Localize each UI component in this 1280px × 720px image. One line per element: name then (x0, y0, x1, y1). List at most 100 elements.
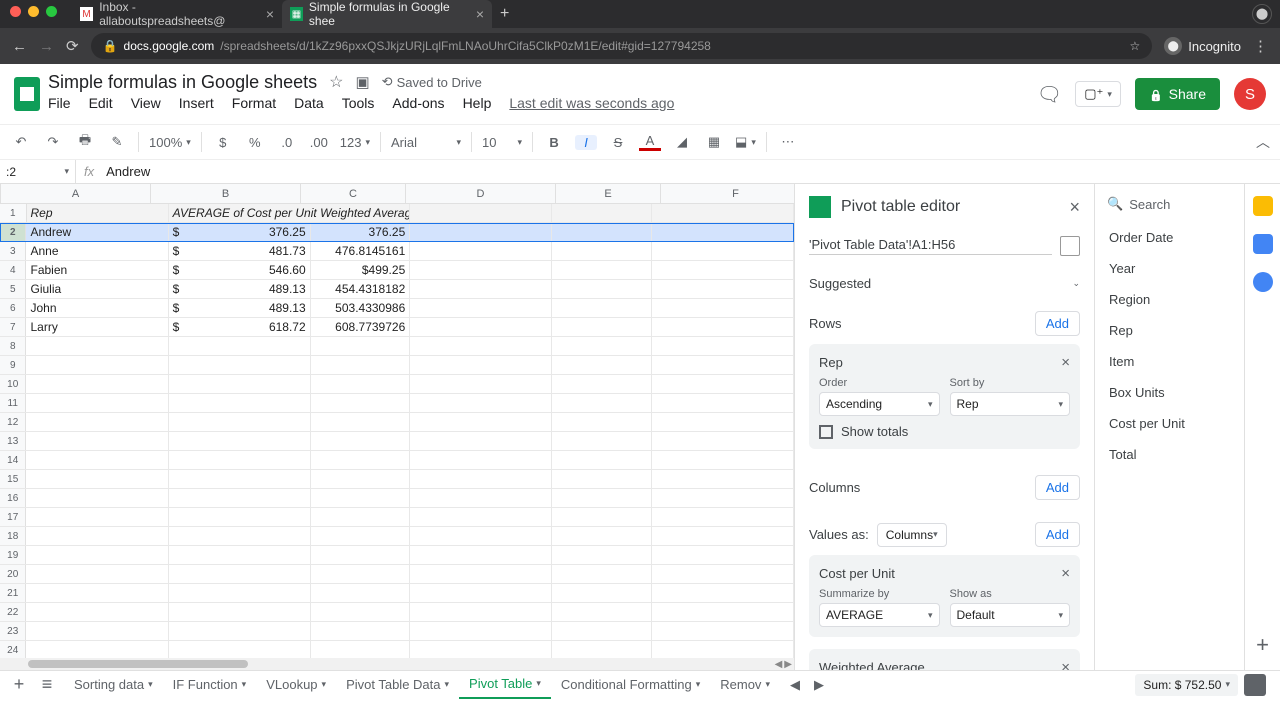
bold-button[interactable]: B (543, 135, 565, 150)
cell[interactable] (552, 527, 652, 545)
text-color-button[interactable]: A (639, 133, 661, 151)
cell[interactable] (26, 641, 168, 658)
column-header[interactable]: E (556, 184, 661, 203)
cell[interactable] (169, 489, 311, 507)
row-header[interactable]: 21 (0, 584, 26, 602)
cell[interactable] (552, 489, 652, 507)
cell[interactable] (410, 413, 552, 431)
cell[interactable] (552, 451, 652, 469)
close-icon[interactable]: × (1069, 197, 1080, 218)
cell[interactable] (311, 337, 411, 355)
cell[interactable]: Giulia (26, 280, 168, 298)
font-select[interactable]: Arial▾ (391, 135, 461, 150)
cell[interactable] (410, 470, 552, 488)
strike-button[interactable]: S (607, 135, 629, 150)
formula-input[interactable]: Andrew (102, 164, 1280, 179)
browser-tab[interactable]: M Inbox - allaboutspreadsheets@ × (72, 0, 282, 28)
cell[interactable] (410, 204, 552, 222)
sheet-tab[interactable]: Remov ▾ (710, 671, 780, 699)
cell[interactable] (169, 375, 311, 393)
more-formats[interactable]: 123▾ (340, 135, 370, 150)
cell[interactable] (169, 394, 311, 412)
cell[interactable]: 454.4318182 (311, 280, 411, 298)
row-header[interactable]: 19 (0, 546, 26, 564)
cell[interactable] (652, 280, 794, 298)
menu-view[interactable]: View (131, 95, 161, 111)
account-avatar[interactable]: S (1234, 78, 1266, 110)
cell[interactable] (410, 223, 552, 241)
cell[interactable] (552, 546, 652, 564)
cell[interactable] (652, 299, 794, 317)
cell[interactable] (26, 622, 168, 640)
cell[interactable] (26, 413, 168, 431)
cell[interactable] (169, 413, 311, 431)
cell[interactable] (26, 489, 168, 507)
cell[interactable] (311, 546, 411, 564)
menu-addons[interactable]: Add-ons (392, 95, 444, 111)
cell[interactable]: 608.7739726 (311, 318, 411, 336)
cell[interactable] (311, 527, 411, 545)
cell[interactable] (410, 527, 552, 545)
cell[interactable] (311, 565, 411, 583)
cell[interactable]: AVERAGE of Cost per Unit Weighted Averag… (169, 204, 410, 222)
merge-button[interactable]: ⬓▾ (735, 134, 756, 150)
cell[interactable] (410, 356, 552, 374)
cell[interactable] (410, 641, 552, 658)
row-header[interactable]: 20 (0, 565, 26, 583)
cell[interactable] (26, 432, 168, 450)
add-addon-icon[interactable]: + (1256, 632, 1269, 658)
cell[interactable] (169, 565, 311, 583)
cell[interactable] (652, 242, 794, 260)
cell[interactable] (652, 546, 794, 564)
cell[interactable]: John (26, 299, 168, 317)
add-values-button[interactable]: Add (1035, 522, 1080, 547)
reload-icon[interactable]: ⟳ (66, 37, 79, 55)
cell[interactable] (552, 356, 652, 374)
back-icon[interactable]: ← (12, 38, 27, 55)
cell[interactable] (410, 299, 552, 317)
cell[interactable]: Rep (27, 204, 169, 222)
row-header[interactable]: 15 (0, 470, 26, 488)
cell[interactable] (552, 299, 652, 317)
all-sheets-button[interactable]: ≡ (36, 674, 58, 695)
cell[interactable] (552, 375, 652, 393)
cell[interactable] (311, 451, 411, 469)
tab-close-icon[interactable]: × (266, 6, 274, 22)
cell[interactable] (311, 413, 411, 431)
field-item[interactable]: Box Units (1095, 377, 1244, 408)
fill-color-button[interactable]: ◢ (671, 134, 693, 150)
sheet-tab[interactable]: Conditional Formatting ▾ (551, 671, 710, 699)
cell[interactable] (410, 546, 552, 564)
profile-icon[interactable]: ⬤ (1252, 4, 1272, 24)
window-minimize[interactable] (28, 6, 39, 17)
cell[interactable] (652, 489, 794, 507)
cell[interactable] (26, 337, 168, 355)
cell[interactable] (552, 508, 652, 526)
cell[interactable] (169, 622, 311, 640)
cell[interactable]: $489.13 (169, 299, 311, 317)
cell[interactable] (26, 584, 168, 602)
cell[interactable] (652, 337, 794, 355)
cell[interactable] (410, 584, 552, 602)
move-icon[interactable]: ▣ (355, 73, 369, 91)
menu-help[interactable]: Help (463, 95, 492, 111)
cell[interactable] (552, 242, 652, 260)
row-header[interactable]: 16 (0, 489, 26, 507)
spreadsheet-grid[interactable]: ABCDEF 1RepAVERAGE of Cost per Unit Weig… (0, 184, 794, 670)
cell[interactable] (652, 641, 794, 658)
cell[interactable] (652, 394, 794, 412)
cell[interactable] (311, 641, 411, 658)
cell[interactable]: $376.25 (169, 223, 311, 241)
keep-icon[interactable] (1253, 196, 1273, 216)
comments-icon[interactable]: 🗨 (1037, 82, 1061, 106)
new-tab-button[interactable]: + (500, 5, 509, 23)
cell[interactable] (652, 527, 794, 545)
sort-by-select[interactable]: Rep▾ (950, 392, 1071, 416)
tab-close-icon[interactable]: × (476, 6, 484, 22)
cell[interactable] (169, 603, 311, 621)
field-search[interactable]: 🔍Search (1095, 192, 1244, 222)
cell[interactable] (652, 451, 794, 469)
select-range-icon[interactable] (1060, 236, 1080, 256)
column-header[interactable]: A (1, 184, 151, 203)
cell[interactable]: 476.8145161 (311, 242, 411, 260)
